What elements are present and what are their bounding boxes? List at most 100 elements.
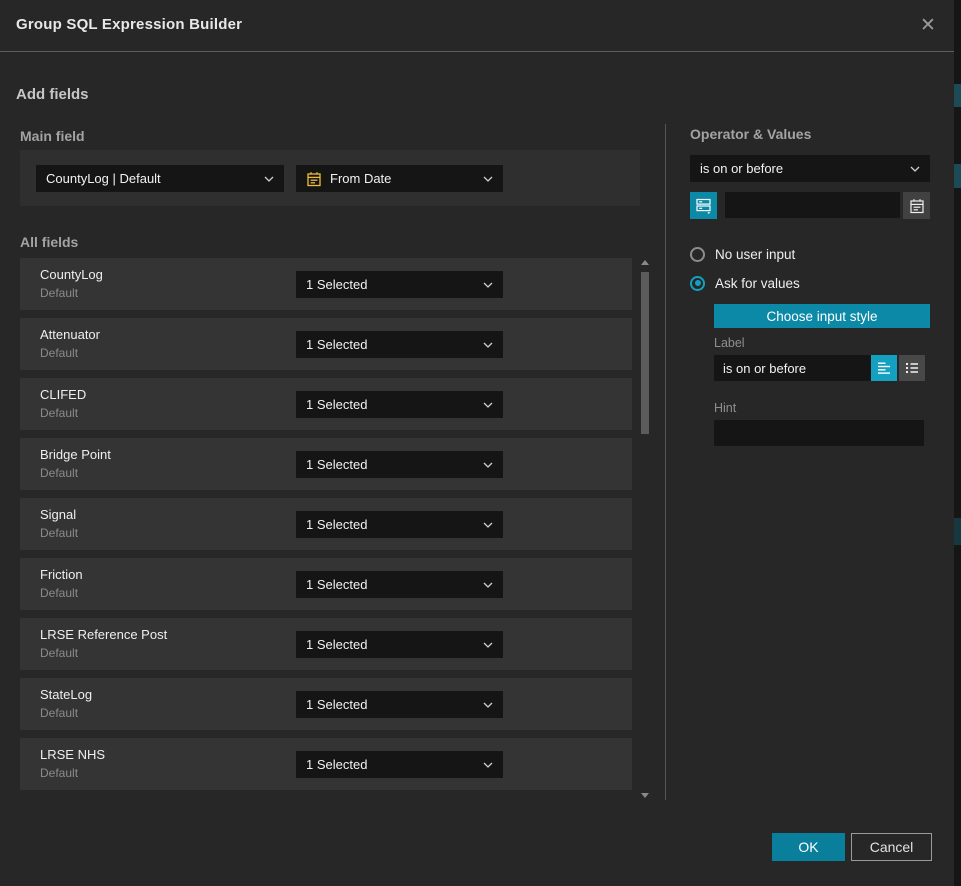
chevron-down-icon <box>483 702 493 708</box>
ok-button[interactable]: OK <box>772 833 845 861</box>
field-selected-dropdown[interactable]: 1 Selected <box>296 331 503 358</box>
field-row: Friction Default 1 Selected <box>20 558 632 610</box>
date-picker-button[interactable] <box>903 192 930 219</box>
operator-value: is on or before <box>700 161 910 176</box>
chevron-down-icon <box>483 522 493 528</box>
field-subtitle: Default <box>40 466 78 480</box>
calendar-icon <box>306 171 322 187</box>
value-input[interactable] <box>725 192 900 218</box>
scroll-down-arrow-icon[interactable] <box>641 793 649 798</box>
label-caption: Label <box>714 336 745 350</box>
field-row: LRSE NHS Default 1 Selected <box>20 738 632 790</box>
chevron-down-icon <box>483 402 493 408</box>
radio-no-user-input[interactable]: No user input <box>690 245 795 263</box>
chevron-down-icon <box>483 762 493 768</box>
field-selected-dropdown[interactable]: 1 Selected <box>296 691 503 718</box>
stacked-values-icon <box>695 197 712 214</box>
chevron-down-icon <box>483 642 493 648</box>
field-row: Bridge Point Default 1 Selected <box>20 438 632 490</box>
layer-dropdown-value: CountyLog | Default <box>46 171 264 186</box>
field-selected-dropdown[interactable]: 1 Selected <box>296 571 503 598</box>
radio-circle-icon <box>690 276 705 291</box>
selected-count: 1 Selected <box>306 337 483 352</box>
scroll-up-arrow-icon[interactable] <box>641 260 649 265</box>
field-subtitle: Default <box>40 646 78 660</box>
calendar-icon <box>909 198 925 214</box>
field-dropdown-value: From Date <box>330 171 483 186</box>
selected-count: 1 Selected <box>306 457 483 472</box>
main-field-strip: CountyLog | Default From Date <box>20 150 640 206</box>
field-name: Bridge Point <box>40 447 111 462</box>
field-name: CLIFED <box>40 387 86 402</box>
field-row: Attenuator Default 1 Selected <box>20 318 632 370</box>
selected-count: 1 Selected <box>306 697 483 712</box>
scrollbar-thumb[interactable] <box>641 272 649 434</box>
dialog-title: Group SQL Expression Builder <box>16 16 242 33</box>
selected-count: 1 Selected <box>306 517 483 532</box>
field-selected-dropdown[interactable]: 1 Selected <box>296 391 503 418</box>
hint-caption: Hint <box>714 401 736 415</box>
selected-count: 1 Selected <box>306 637 483 652</box>
label-input[interactable] <box>714 355 872 381</box>
edge-accent <box>954 518 961 545</box>
chevron-down-icon <box>910 166 920 172</box>
radio-ask-for-values[interactable]: Ask for values <box>690 274 800 292</box>
field-name: CountyLog <box>40 267 103 282</box>
value-type-button[interactable] <box>690 192 717 219</box>
panel-divider <box>665 124 666 800</box>
selected-count: 1 Selected <box>306 277 483 292</box>
field-selected-dropdown[interactable]: 1 Selected <box>296 271 503 298</box>
field-row: Signal Default 1 Selected <box>20 498 632 550</box>
chevron-down-icon <box>483 462 493 468</box>
all-fields-label: All fields <box>20 234 78 250</box>
value-input-row <box>690 192 930 219</box>
edge-accent <box>954 84 961 107</box>
field-subtitle: Default <box>40 406 78 420</box>
radio-circle-icon <box>690 247 705 262</box>
radio-label: Ask for values <box>715 276 800 291</box>
field-name: LRSE NHS <box>40 747 105 762</box>
radio-label: No user input <box>715 247 795 262</box>
operator-dropdown[interactable]: is on or before <box>690 155 930 182</box>
cancel-button[interactable]: Cancel <box>851 833 932 861</box>
field-subtitle: Default <box>40 766 78 780</box>
align-left-style-button[interactable] <box>871 355 897 381</box>
field-row: LRSE Reference Post Default 1 Selected <box>20 618 632 670</box>
dialog-header: Group SQL Expression Builder ✕ <box>0 0 954 52</box>
main-field-label: Main field <box>20 128 85 144</box>
choose-input-style-button[interactable]: Choose input style <box>714 304 930 328</box>
field-selected-dropdown[interactable]: 1 Selected <box>296 751 503 778</box>
list-scrollbar[interactable] <box>639 258 651 800</box>
main-field-layer-dropdown[interactable]: CountyLog | Default <box>36 165 284 192</box>
field-subtitle: Default <box>40 706 78 720</box>
close-icon[interactable]: ✕ <box>916 14 940 38</box>
chevron-down-icon <box>483 282 493 288</box>
main-field-field-dropdown[interactable]: From Date <box>296 165 503 192</box>
field-selected-dropdown[interactable]: 1 Selected <box>296 631 503 658</box>
bullet-list-style-button[interactable] <box>899 355 925 381</box>
selected-count: 1 Selected <box>306 577 483 592</box>
field-subtitle: Default <box>40 526 78 540</box>
background-app-edge <box>954 0 961 886</box>
field-row: CLIFED Default 1 Selected <box>20 378 632 430</box>
field-name: Attenuator <box>40 327 100 342</box>
field-subtitle: Default <box>40 286 78 300</box>
field-subtitle: Default <box>40 346 78 360</box>
operator-values-heading: Operator & Values <box>690 126 811 142</box>
hint-input[interactable] <box>714 420 924 446</box>
bullet-list-icon <box>904 360 920 376</box>
chevron-down-icon <box>483 342 493 348</box>
group-sql-expression-builder-dialog: Group SQL Expression Builder ✕ Add field… <box>0 0 961 886</box>
field-row: CountyLog Default 1 Selected <box>20 258 632 310</box>
field-subtitle: Default <box>40 586 78 600</box>
field-name: Signal <box>40 507 76 522</box>
field-name: Friction <box>40 567 83 582</box>
chevron-down-icon <box>483 582 493 588</box>
all-fields-list: CountyLog Default 1 Selected Attenuator … <box>20 258 632 798</box>
edge-accent <box>954 164 961 188</box>
field-selected-dropdown[interactable]: 1 Selected <box>296 511 503 538</box>
field-name: LRSE Reference Post <box>40 627 167 642</box>
chevron-down-icon <box>483 176 493 182</box>
chevron-down-icon <box>264 176 274 182</box>
field-selected-dropdown[interactable]: 1 Selected <box>296 451 503 478</box>
